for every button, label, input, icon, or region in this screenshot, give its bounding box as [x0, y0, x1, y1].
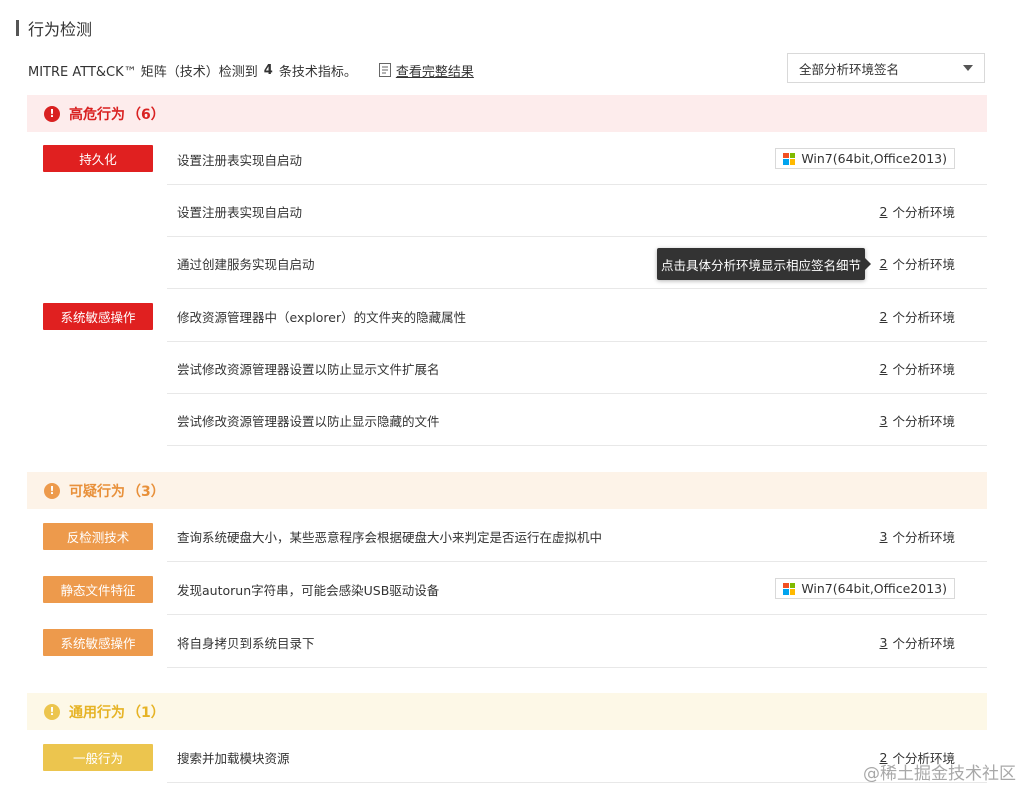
env-unit: 个分析环境 [892, 529, 955, 545]
env-count-link[interactable]: 3 [880, 413, 888, 428]
env-badge[interactable]: Win7(64bit,Office2013) [775, 578, 955, 599]
tag-anti-detection: 反检测技术 [43, 523, 153, 550]
alert-icon: ! [44, 105, 60, 122]
env-count: 2 个分析环境 [880, 342, 955, 394]
page-title-text: 行为检测 [28, 20, 93, 39]
env-count-link[interactable]: 2 [880, 309, 888, 324]
windows-icon [783, 152, 796, 165]
row-text: 搜索并加载模块资源 [177, 750, 290, 766]
summary-prefix: MITRE ATT&CK™ 矩阵（技术）检测到 [28, 64, 258, 80]
section-title: 高危行为 [69, 106, 125, 123]
row-text: 设置注册表实现自启动 [177, 152, 303, 168]
env-count-link[interactable]: 2 [880, 256, 888, 271]
env-tooltip: 点击具体分析环境显示相应签名细节 [657, 248, 865, 280]
alert-icon: ! [44, 703, 60, 720]
table-row: 尝试修改资源管理器设置以防止显示文件扩展名 2 个分析环境 [167, 342, 987, 394]
env-count: 3 个分析环境 [880, 510, 955, 562]
chevron-down-icon [963, 65, 973, 71]
tag-general: 一般行为 [43, 744, 153, 771]
tooltip-arrow [865, 258, 871, 270]
env-unit: 个分析环境 [892, 309, 955, 325]
env-badge[interactable]: Win7(64bit,Office2013) [775, 148, 955, 169]
table-row: 设置注册表实现自启动 2 个分析环境 [167, 185, 987, 237]
report-icon[interactable] [378, 63, 391, 77]
section-count: （3） [127, 483, 165, 500]
env-count: 3 个分析环境 [880, 616, 955, 668]
tag-persistence: 持久化 [43, 145, 153, 172]
table-row: 设置注册表实现自启动 Win7(64bit,Office2013) [167, 133, 987, 185]
env-unit: 个分析环境 [892, 361, 955, 377]
summary-count: 4 [263, 62, 273, 78]
section-count: （1） [127, 704, 165, 721]
row-text: 查询系统硬盘大小，某些恶意程序会根据硬盘大小来判定是否运行在虚拟机中 [177, 529, 603, 545]
row-text: 尝试修改资源管理器设置以防止显示隐藏的文件 [177, 413, 440, 429]
full-results-link[interactable]: 查看完整结果 [396, 61, 474, 80]
env-badge-label: Win7(64bit,Office2013) [801, 581, 947, 596]
row-text: 修改资源管理器中（explorer）的文件夹的隐藏属性 [177, 309, 467, 325]
env-signature-select[interactable]: 全部分析环境签名 [787, 53, 985, 83]
env-count: 2 个分析环境 [880, 185, 955, 237]
tag-system-sensitive: 系统敏感操作 [43, 629, 153, 656]
table-row: 查询系统硬盘大小，某些恶意程序会根据硬盘大小来判定是否运行在虚拟机中 3 个分析环… [167, 510, 987, 562]
row-text: 尝试修改资源管理器设置以防止显示文件扩展名 [177, 361, 440, 377]
row-text: 设置注册表实现自启动 [177, 204, 303, 220]
env-count-link[interactable]: 2 [880, 204, 888, 219]
summary-line: MITRE ATT&CK™ 矩阵（技术）检测到 4 条技术指标。 查看完整结果 [28, 60, 474, 80]
env-count-link[interactable]: 2 [880, 361, 888, 376]
section-title: 通用行为 [69, 704, 125, 721]
env-unit: 个分析环境 [892, 413, 955, 429]
section-header-high-risk: ! 高危行为 （6） [27, 95, 987, 132]
page-title: 行为检测 [16, 17, 92, 39]
alert-icon: ! [44, 482, 60, 499]
title-accent-bar [16, 20, 19, 36]
section-header-suspicious: ! 可疑行为 （3） [27, 472, 987, 509]
summary-suffix: 条技术指标。 [278, 64, 357, 80]
row-text: 通过创建服务实现自启动 [177, 256, 315, 272]
section-count: （6） [127, 106, 165, 123]
env-unit: 个分析环境 [892, 204, 955, 220]
section-header-general: ! 通用行为 （1） [27, 693, 987, 730]
tag-static-file: 静态文件特征 [43, 576, 153, 603]
env-select-value: 全部分析环境签名 [799, 61, 900, 77]
env-count-link[interactable]: 3 [880, 529, 888, 544]
section-title: 可疑行为 [69, 483, 125, 500]
table-row: 尝试修改资源管理器设置以防止显示隐藏的文件 3 个分析环境 [167, 394, 987, 446]
table-row: 发现autorun字符串，可能会感染USB驱动设备 Win7(64bit,Off… [167, 563, 987, 615]
env-count: 3 个分析环境 [880, 394, 955, 446]
watermark: @稀土掘金技术社区 [863, 764, 1016, 784]
env-count: 2 个分析环境 [880, 290, 955, 342]
env-count: 2 个分析环境 [880, 237, 955, 289]
tag-system-sensitive: 系统敏感操作 [43, 303, 153, 330]
env-unit: 个分析环境 [892, 256, 955, 272]
env-badge-label: Win7(64bit,Office2013) [801, 151, 947, 166]
table-row: 修改资源管理器中（explorer）的文件夹的隐藏属性 2 个分析环境 [167, 290, 987, 342]
table-row: 将自身拷贝到系统目录下 3 个分析环境 [167, 616, 987, 668]
row-text: 发现autorun字符串，可能会感染USB驱动设备 [177, 582, 440, 598]
env-unit: 个分析环境 [892, 635, 955, 651]
windows-icon [783, 582, 796, 595]
row-text: 将自身拷贝到系统目录下 [177, 635, 315, 651]
env-count-link[interactable]: 3 [880, 635, 888, 650]
